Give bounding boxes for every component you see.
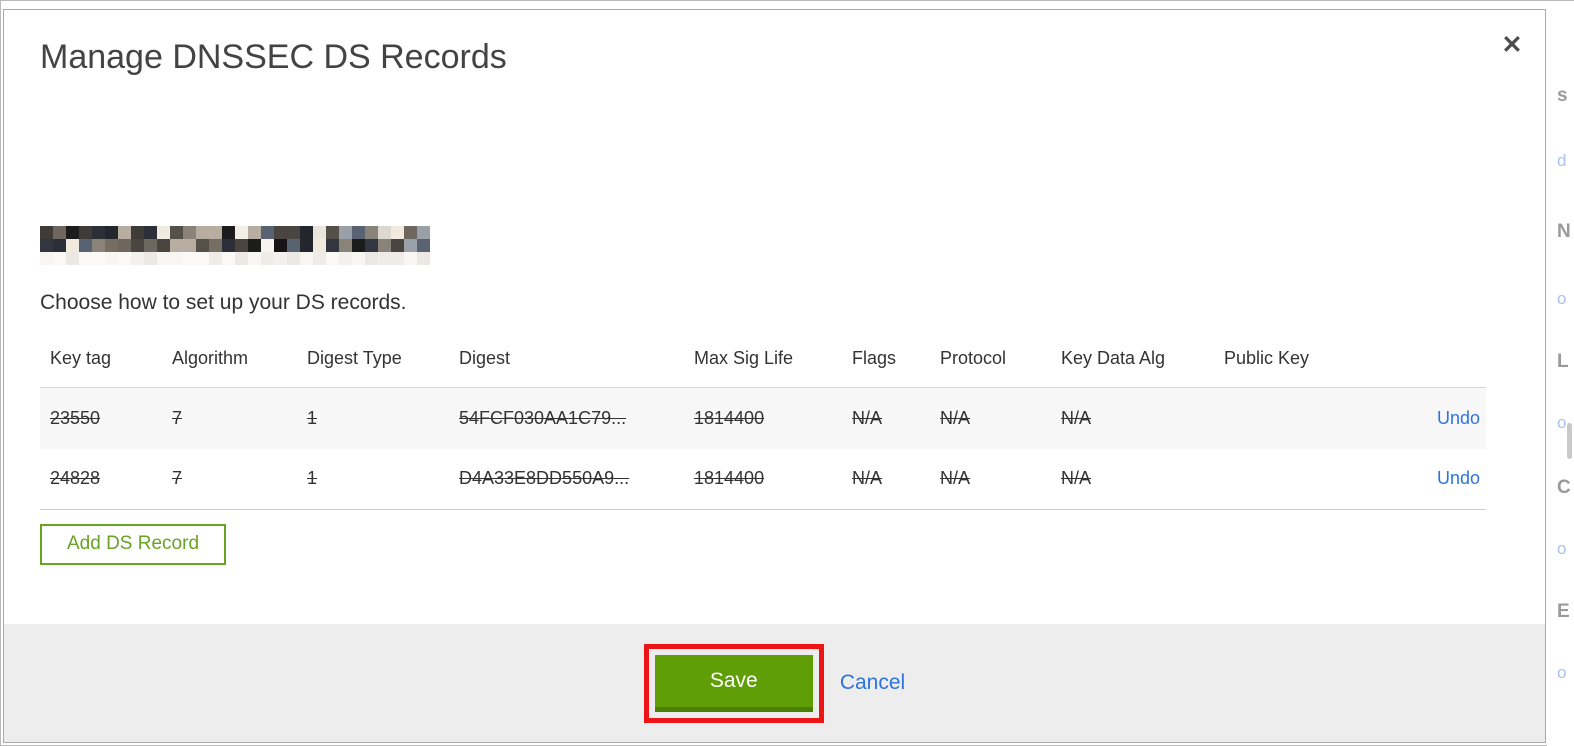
cell-flags: N/A [852,407,883,428]
background-text-fragment: o [1557,539,1567,558]
table-row: 23550 7 1 54FCF030AA1C79... 1814400 N/A … [40,387,1486,449]
col-header-max-sig-life: Max Sig Life [684,332,842,388]
redacted-domain-name [40,226,430,266]
background-text-fragment: E [1557,601,1570,622]
table-row: 24828 7 1 D4A33E8DD550A9... 1814400 N/A … [40,448,1486,510]
save-button[interactable]: Save [654,654,813,712]
background-text-fragment: L [1557,351,1569,372]
background-text-fragment: d [1557,151,1567,170]
cell-algorithm: 7 [172,407,183,428]
cell-max-sig-life: 1814400 [694,407,765,428]
cell-max-sig-life: 1814400 [684,448,842,510]
cell-digest: 54FCF030AA1C79... [459,407,627,428]
col-header-key-tag: Key tag [40,332,162,388]
ds-records-table: Key tag Algorithm Digest Type Digest Max… [40,332,1486,510]
cell-protocol: N/A [930,448,1051,510]
add-ds-record-button[interactable]: Add DS Record [40,524,227,565]
cell-key-data-alg: N/A [1061,407,1092,428]
cell-public-key [1214,388,1400,449]
col-header-key-data-alg: Key Data Alg [1051,332,1214,388]
modal-title: Manage DNSSEC DS Records [40,38,507,76]
background-text-fragment: o [1557,289,1567,308]
col-header-flags: Flags [842,332,930,388]
manage-dnssec-modal: ✕ Manage DNSSEC DS Records Choose how to… [3,9,1546,743]
col-header-actions [1400,332,1486,388]
modal-footer: Save Cancel [4,624,1545,742]
background-text-fragment: C [1557,477,1571,498]
instruction-text: Choose how to set up your DS records. [40,291,407,314]
cell-algorithm: 7 [162,448,297,510]
table-header-row: Key tag Algorithm Digest Type Digest Max… [40,332,1486,388]
col-header-public-key: Public Key [1214,332,1400,388]
cell-protocol: N/A [940,407,971,428]
cell-digest-type: 1 [297,448,449,510]
background-text-fragment: N [1557,221,1571,242]
col-header-digest: Digest [449,332,684,388]
undo-link[interactable]: Undo [1437,408,1480,428]
cancel-link[interactable]: Cancel [840,671,905,694]
cell-key-data-alg: N/A [1051,448,1214,510]
cell-digest: D4A33E8DD550A9... [449,448,684,510]
cell-flags: N/A [842,448,930,510]
cell-key-tag: 23550 [50,407,101,428]
background-text-fragment: s [1557,85,1568,106]
cell-actions: Undo [1400,448,1486,510]
col-header-digest-type: Digest Type [297,332,449,388]
annotation-highlight: Save [643,643,824,723]
undo-link[interactable]: Undo [1437,468,1480,488]
background-text-fragment: o [1557,413,1567,432]
cell-actions: Undo [1400,388,1486,449]
cell-public-key [1214,448,1400,510]
screenshot-frame: s d No Lo Co Eo ✕ Manage DNSSEC DS Records Ch… [0,0,1574,746]
background-scrollbar-thumb [1567,423,1572,459]
close-icon[interactable]: ✕ [1495,28,1529,62]
col-header-algorithm: Algorithm [162,332,297,388]
cell-key-tag: 24828 [40,448,162,510]
background-text-fragment: o [1557,663,1567,682]
col-header-protocol: Protocol [930,332,1051,388]
background-page-sliver: s d No Lo Co Eo [1547,1,1574,746]
cell-digest-type: 1 [307,407,318,428]
